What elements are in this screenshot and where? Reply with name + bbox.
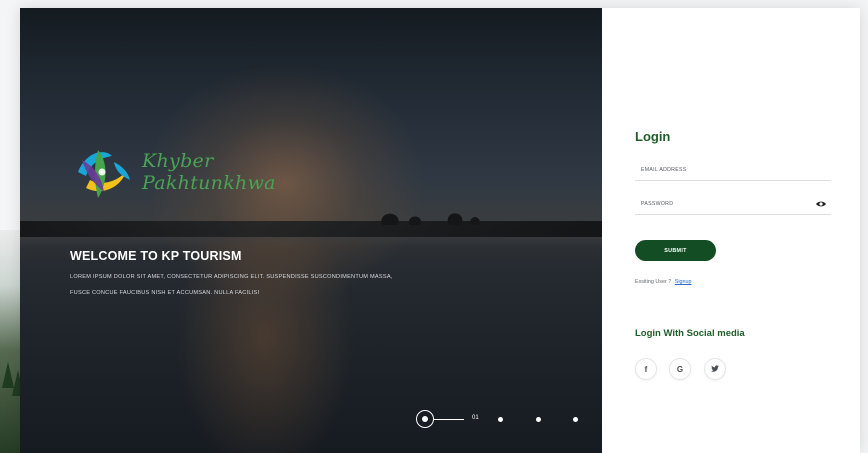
hero-text-line2: FUSCE CONCUE FAUCIBUS NISH ET ACCUMSAN. … — [70, 290, 260, 296]
water-reflection — [20, 237, 602, 247]
google-login-button[interactable]: G — [669, 358, 691, 380]
login-panel: Login EMAIL ADDRESS PASSWORD SUBMIT Exsi… — [602, 8, 860, 453]
hero-heading: WELCOME TO KP TOURISM — [70, 249, 242, 263]
slider-dot-active[interactable] — [416, 410, 434, 428]
login-card: Khyber Pakhtunkhwa WELCOME TO KP TOURISM… — [20, 8, 860, 453]
brand-name-line2: Pakhtunkhwa — [142, 172, 276, 194]
email-placeholder: EMAIL ADDRESS — [641, 167, 687, 173]
eye-icon[interactable] — [815, 198, 827, 210]
brand-name-line1: Khyber — [142, 150, 214, 172]
password-field[interactable]: PASSWORD — [635, 196, 831, 215]
facebook-icon: f — [644, 364, 648, 374]
twitter-icon — [711, 365, 719, 372]
kp-logo-icon — [78, 150, 130, 198]
slider-dot-4[interactable] — [573, 417, 578, 422]
login-title: Login — [635, 129, 671, 144]
facebook-login-button[interactable]: f — [635, 358, 657, 380]
twitter-login-button[interactable] — [704, 358, 726, 380]
password-placeholder: PASSWORD — [641, 201, 674, 207]
slider-dot-2[interactable] — [498, 417, 503, 422]
slider-dot-3[interactable] — [536, 417, 541, 422]
brand-name: Khyber Pakhtunkhwa — [142, 150, 276, 194]
hero-text-line1: LOREM IPSUM DOLOR SIT AMET, CONSECTETUR … — [70, 274, 393, 280]
hero-slider: 01 — [416, 410, 586, 430]
slider-track — [434, 419, 464, 420]
hero-section: Khyber Pakhtunkhwa WELCOME TO KP TOURISM… — [20, 8, 602, 453]
google-icon: G — [676, 364, 684, 374]
brand-logo: Khyber Pakhtunkhwa — [68, 142, 276, 202]
submit-button[interactable]: SUBMIT — [635, 240, 716, 261]
slider-counter: 01 — [472, 415, 479, 421]
existing-user-text: Exsiting User ? Signup — [635, 279, 692, 285]
email-field[interactable]: EMAIL ADDRESS — [635, 162, 831, 181]
signup-link[interactable]: Signup — [675, 279, 692, 285]
social-login-title: Login With Social media — [635, 328, 745, 339]
existing-user-label: Exsiting User ? — [635, 279, 672, 285]
horizon-silhouette — [20, 211, 602, 237]
login-page: Khyber Pakhtunkhwa WELCOME TO KP TOURISM… — [0, 0, 868, 453]
